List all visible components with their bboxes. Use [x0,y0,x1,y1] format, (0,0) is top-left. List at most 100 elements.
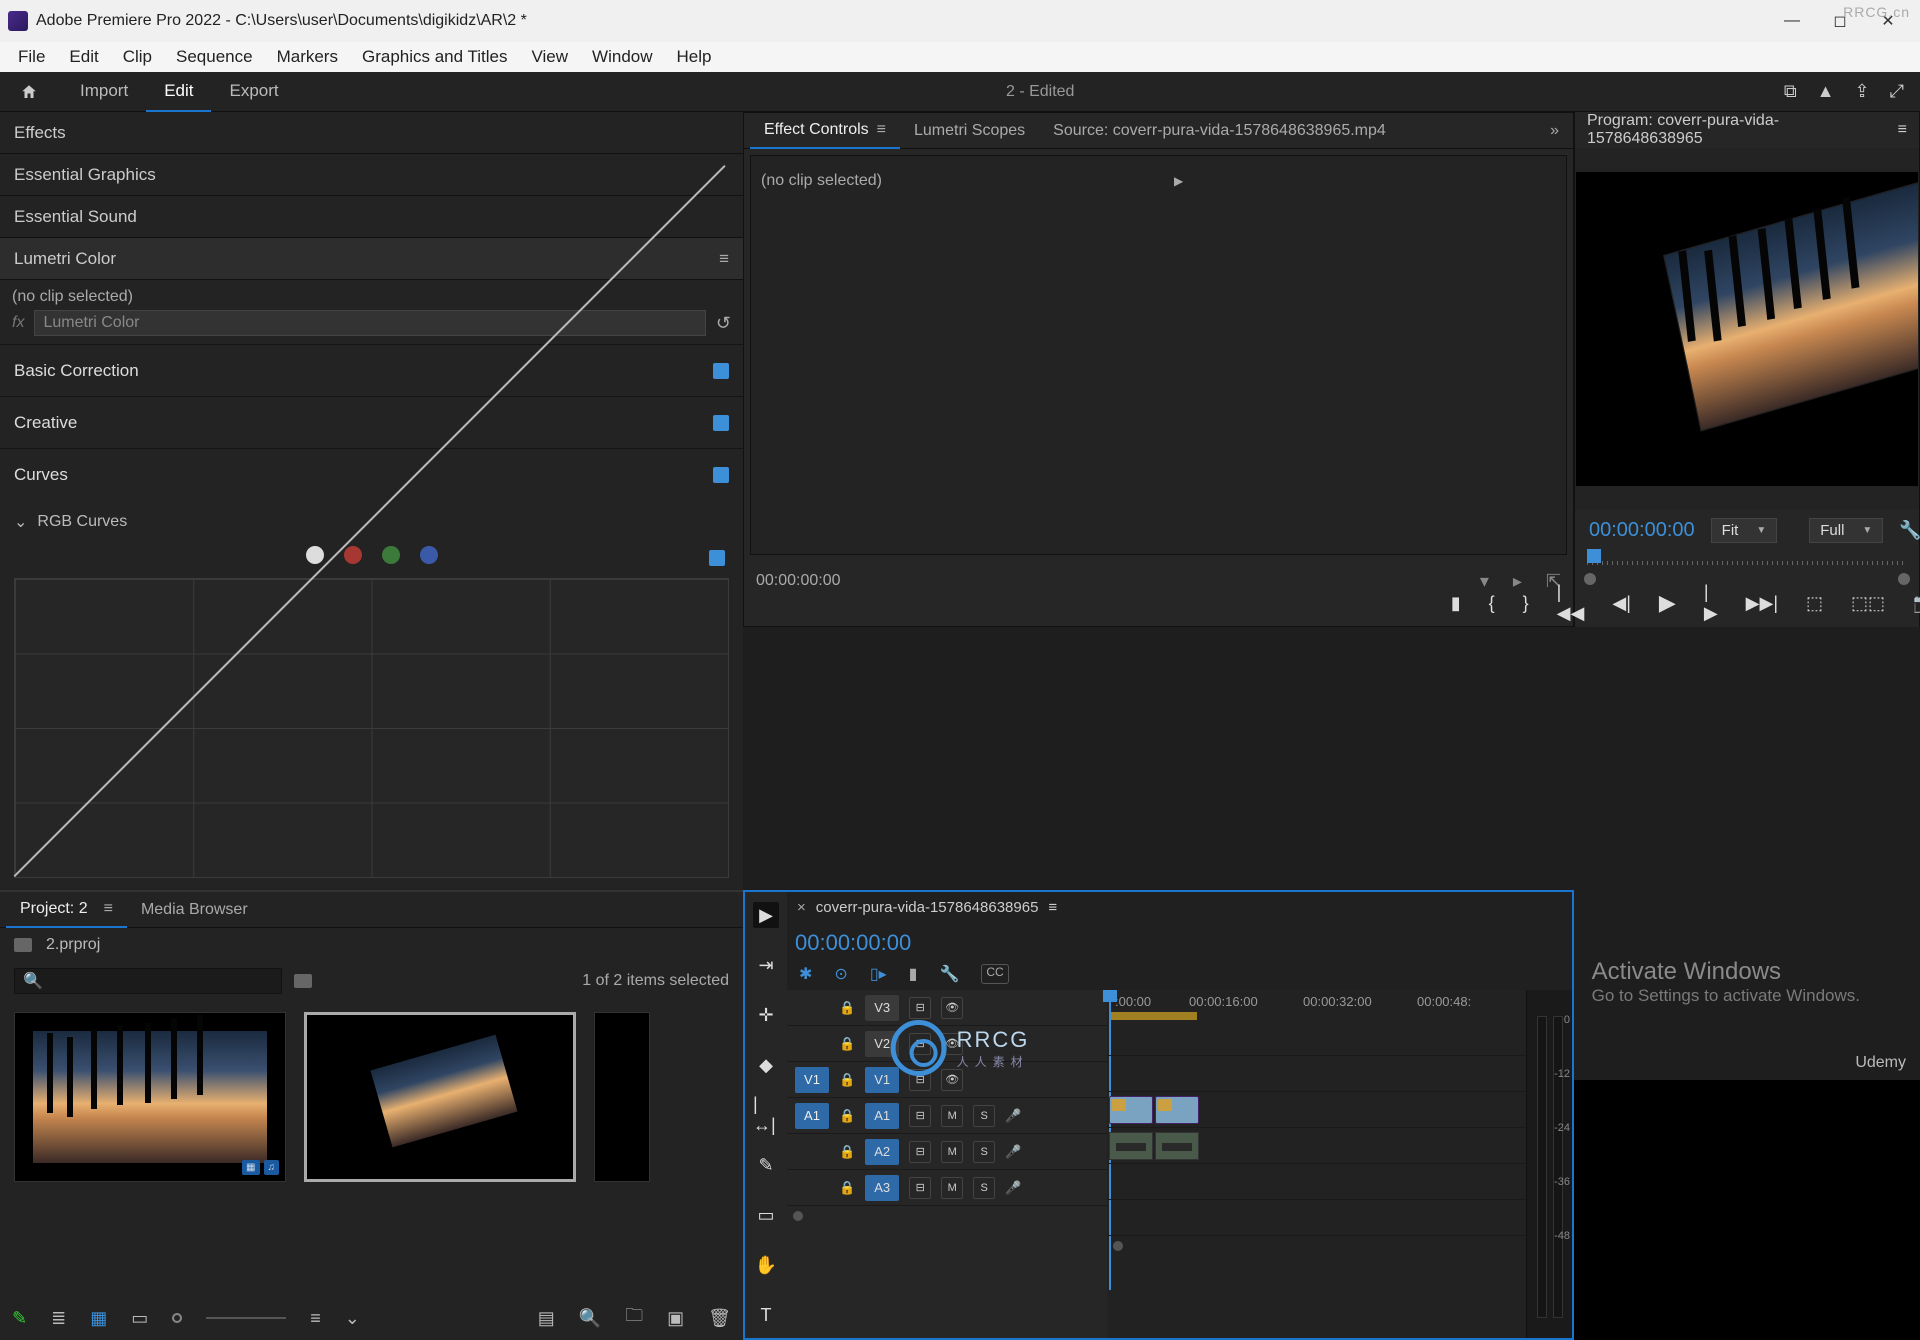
mark-in-bracket-icon[interactable]: { [1489,593,1495,614]
marker-icon[interactable]: ▮ [909,964,918,984]
timeline-ruler[interactable]: :00:00 00:00:16:00 00:00:32:00 00:00:48: [1107,990,1526,1020]
hand-tool-icon[interactable]: ✋ [753,1252,779,1278]
solo-toggle[interactable]: S [973,1177,995,1199]
warning-icon[interactable]: ▲ [1817,81,1835,102]
mic-icon[interactable]: 🎤 [1005,1144,1021,1160]
trash-icon[interactable]: 🗑 [708,1308,731,1329]
zoom-handle-right[interactable] [1898,573,1910,585]
linked-selection-icon[interactable]: ⊙ [834,964,847,984]
clip-thumbnail-1[interactable]: ▦♫ [14,1012,286,1182]
go-to-in-icon[interactable]: |◀◀ [1557,582,1585,624]
tab-lumetri-scopes[interactable]: Lumetri Scopes [900,114,1039,148]
captions-icon[interactable]: CC [981,964,1008,984]
rgb-curves-toggle[interactable] [709,550,725,566]
track-v3[interactable]: V3 [865,995,899,1021]
menu-edit[interactable]: Edit [57,43,110,71]
settings-icon[interactable]: 🔧 [1899,520,1920,541]
tab-media-browser[interactable]: Media Browser [127,893,262,927]
program-canvas[interactable] [1575,148,1919,509]
video-clip-2[interactable] [1155,1096,1199,1124]
razor-tool-icon[interactable]: ◆ [753,1052,779,1078]
lock-icon[interactable]: 🔒 [839,1144,855,1160]
zoom-slider[interactable] [206,1317,286,1319]
program-playhead[interactable] [1587,549,1601,563]
sync-lock-icon[interactable]: ⊟ [909,1141,931,1163]
mic-icon[interactable]: 🎤 [1005,1180,1021,1196]
go-to-out-icon[interactable]: ▶▶| [1746,593,1778,614]
hscroll-right[interactable] [1113,1241,1123,1251]
sort-caret-icon[interactable]: ⌄ [345,1308,360,1329]
freeform-view-icon[interactable]: ▭ [131,1308,148,1329]
timeline-tracks[interactable]: :00:00 00:00:16:00 00:00:32:00 00:00:48: [1107,990,1526,1338]
section-curves[interactable]: Curves [0,448,743,500]
program-ruler[interactable] [1587,551,1907,579]
share-icon[interactable]: ⇪ [1855,81,1870,102]
step-back-icon[interactable]: ◀| [1612,593,1631,614]
rgb-blue-dot[interactable] [420,546,438,564]
menu-help[interactable]: Help [665,43,724,71]
track-select-tool-icon[interactable]: ⇥ [753,952,779,978]
tab-project[interactable]: Project: 2≡ [6,892,127,928]
menu-clip[interactable]: Clip [111,43,164,71]
export-frame-icon[interactable]: 📷 [1913,593,1920,614]
panel-menu-icon[interactable]: ≡ [877,121,886,139]
track-a3[interactable]: A3 [865,1175,899,1201]
rgb-master-dot[interactable] [306,546,324,564]
new-bin-icon[interactable] [294,974,312,988]
curves-toggle[interactable] [713,467,729,483]
reset-icon[interactable]: ↺ [716,313,731,334]
section-creative[interactable]: Creative [0,396,743,448]
filter-icon[interactable]: ▾ [1480,571,1489,592]
src-a1[interactable]: A1 [795,1103,829,1129]
tab-essential-sound[interactable]: Essential Sound [0,196,743,238]
mode-import[interactable]: Import [62,71,146,113]
expand-icon[interactable]: ▶ [1174,174,1183,188]
tab-source[interactable]: Source: coverr-pura-vida-1578648638965.m… [1039,114,1400,148]
resolution-dropdown[interactable]: Full▼ [1809,518,1883,543]
mute-toggle[interactable]: M [941,1177,963,1199]
zoom-handle-left[interactable] [1584,573,1596,585]
clip-thumbnail-strip[interactable] [594,1012,650,1182]
zoom-dropdown[interactable]: Fit▼ [1711,518,1778,543]
rgb-curves-header[interactable]: ⌄ RGB Curves [0,512,743,532]
menu-view[interactable]: View [520,43,581,71]
sync-lock-icon[interactable]: ⊟ [909,1105,931,1127]
lock-icon[interactable]: 🔒 [839,1000,855,1016]
ripple-tool-icon[interactable]: ✛ [753,1002,779,1028]
clip-thumbnail-2[interactable] [304,1012,576,1182]
eye-icon[interactable]: 👁 [941,997,963,1019]
project-search-input[interactable]: 🔍 [14,968,282,994]
tab-essential-graphics[interactable]: Essential Graphics [0,154,743,196]
lock-icon[interactable]: 🔒 [839,1180,855,1196]
icon-view-icon[interactable]: ▦ [90,1308,107,1329]
tab-effects[interactable]: Effects [0,112,743,154]
sequence-panel-menu-icon[interactable]: ≡ [1048,899,1057,916]
solo-toggle[interactable]: S [973,1141,995,1163]
sequence-close-icon[interactable]: × [797,899,806,916]
add-marker-icon[interactable]: ▯▸ [870,964,887,984]
hscroll-left[interactable] [793,1211,803,1221]
mark-in-icon[interactable]: ▮ [1451,593,1461,614]
track-a1[interactable]: A1 [865,1103,899,1129]
quick-export-icon[interactable]: ⧉ [1784,81,1797,102]
lumetri-panel-menu-icon[interactable]: ≡ [719,249,729,269]
mic-icon[interactable]: 🎤 [1005,1108,1021,1124]
work-area-bar[interactable] [1109,1012,1197,1020]
lift-icon[interactable]: ⬚ [1806,593,1823,614]
find-icon[interactable]: 🔍 [579,1308,601,1329]
step-forward-icon[interactable]: |▶ [1704,582,1718,624]
automate-icon[interactable]: ▤ [538,1308,555,1329]
tab-effect-controls[interactable]: Effect Controls ≡ [750,113,900,149]
home-button[interactable] [8,75,50,109]
sort-icon[interactable]: ≡ [310,1308,321,1329]
timeline-timecode[interactable]: 00:00:00:00 [795,930,911,956]
mode-export[interactable]: Export [211,71,296,113]
sync-lock-icon[interactable]: ⊟ [909,1177,931,1199]
slip-tool-icon[interactable]: |↔| [753,1102,779,1128]
extract-icon[interactable]: ⬚⬚ [1851,593,1885,614]
program-tab-label[interactable]: Program: coverr-pura-vida-1578648638965 [1587,112,1886,148]
menu-markers[interactable]: Markers [265,43,350,71]
play-icon[interactable]: ▶ [1659,590,1676,616]
program-timecode-left[interactable]: 00:00:00:00 [1589,519,1695,542]
basic-correction-toggle[interactable] [713,363,729,379]
